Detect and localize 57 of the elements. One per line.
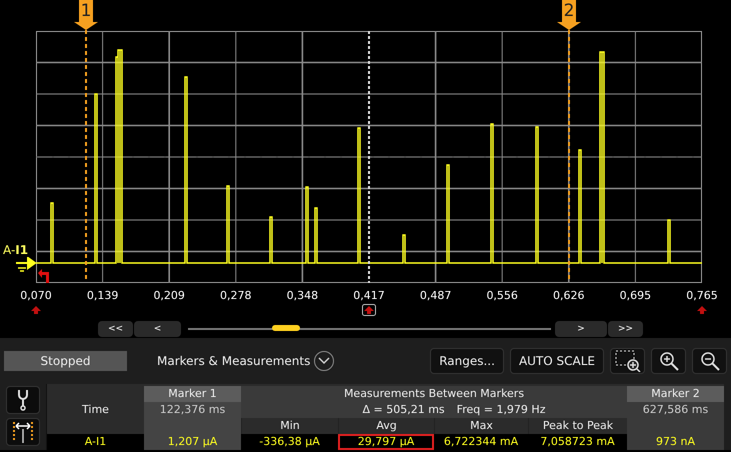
- marker-flag[interactable]: 1: [79, 0, 93, 22]
- first-page-button[interactable]: <<: [98, 321, 133, 337]
- last-page-button[interactable]: >>: [608, 321, 643, 337]
- ground-arrow-icon: [14, 257, 36, 273]
- delta-value: Δ = 505,21 ms: [362, 402, 445, 418]
- table-cell: -336,38 µA: [241, 434, 338, 450]
- zoom-in-icon: [658, 351, 678, 371]
- table-cell: 627,586 ms: [627, 402, 724, 418]
- table-cell: 122,376 ms: [144, 402, 241, 418]
- column-header: Marker 1: [144, 386, 241, 402]
- scroll-thumb[interactable]: [272, 325, 300, 331]
- axis-tick-label: 0,278: [219, 289, 253, 302]
- next-button[interactable]: >: [555, 321, 607, 337]
- zoom-out-button[interactable]: [692, 348, 727, 374]
- up-arrow-icon: [29, 304, 43, 316]
- marker-arrow-icon: [74, 22, 98, 30]
- up-arrow-icon: [695, 304, 709, 316]
- zoom-box-icon: [614, 350, 640, 372]
- scroll-track[interactable]: [188, 328, 551, 330]
- table-cell: 7,058723 mA: [528, 434, 627, 450]
- marker-span-icon: [11, 420, 35, 444]
- chevron-down-icon: [318, 357, 330, 365]
- row-header: A-I1: [47, 434, 144, 450]
- zoom-out-icon: [700, 351, 720, 371]
- axis-tick-label: 0,348: [286, 289, 320, 302]
- axis-tick-label: 0,487: [418, 289, 452, 302]
- return-arrow-icon: [38, 269, 50, 283]
- axis-tick-label: 0,209: [152, 289, 186, 302]
- axis-tick-label: 0,556: [485, 289, 519, 302]
- axis-tick-label: 0,626: [552, 289, 586, 302]
- table-cell: 6,722344 mA: [434, 434, 528, 450]
- panel-title: Markers & Measurements: [157, 354, 310, 368]
- probe-button[interactable]: [6, 386, 40, 414]
- column-header: Measurements Between Markers: [241, 386, 627, 402]
- toolbar-button[interactable]: Ranges...: [430, 348, 504, 374]
- frequency-value: Freq = 1,979 Hz: [456, 402, 546, 418]
- toolbar-button[interactable]: AUTO SCALE: [510, 348, 604, 374]
- marker-flag[interactable]: 2: [562, 0, 576, 22]
- zoom-box-button[interactable]: [610, 348, 645, 374]
- axis-tick-label: 0,695: [618, 289, 652, 302]
- column-header: Marker 2: [627, 386, 724, 402]
- up-arrow-icon: [362, 304, 376, 316]
- axis-tick-label: 0,070: [19, 289, 53, 302]
- status-label: Stopped: [4, 351, 127, 371]
- zoom-in-button[interactable]: [651, 348, 686, 374]
- table-cell: 973 nA: [627, 434, 724, 450]
- marker-span-button[interactable]: [6, 418, 40, 446]
- axis-tick-label: 0,139: [86, 289, 120, 302]
- axis-tick-label: 0,417: [352, 289, 386, 302]
- marker-arrow-icon: [557, 22, 581, 30]
- expand-button[interactable]: [314, 351, 334, 371]
- axis-tick-label: 0,765: [685, 289, 719, 302]
- table-cell: 1,207 µA: [144, 434, 241, 450]
- wrench-icon: [16, 389, 30, 411]
- channel-label: A-I1: [3, 243, 28, 257]
- table-cell: 29,797 µA: [338, 434, 434, 450]
- previous-button[interactable]: <: [134, 321, 181, 337]
